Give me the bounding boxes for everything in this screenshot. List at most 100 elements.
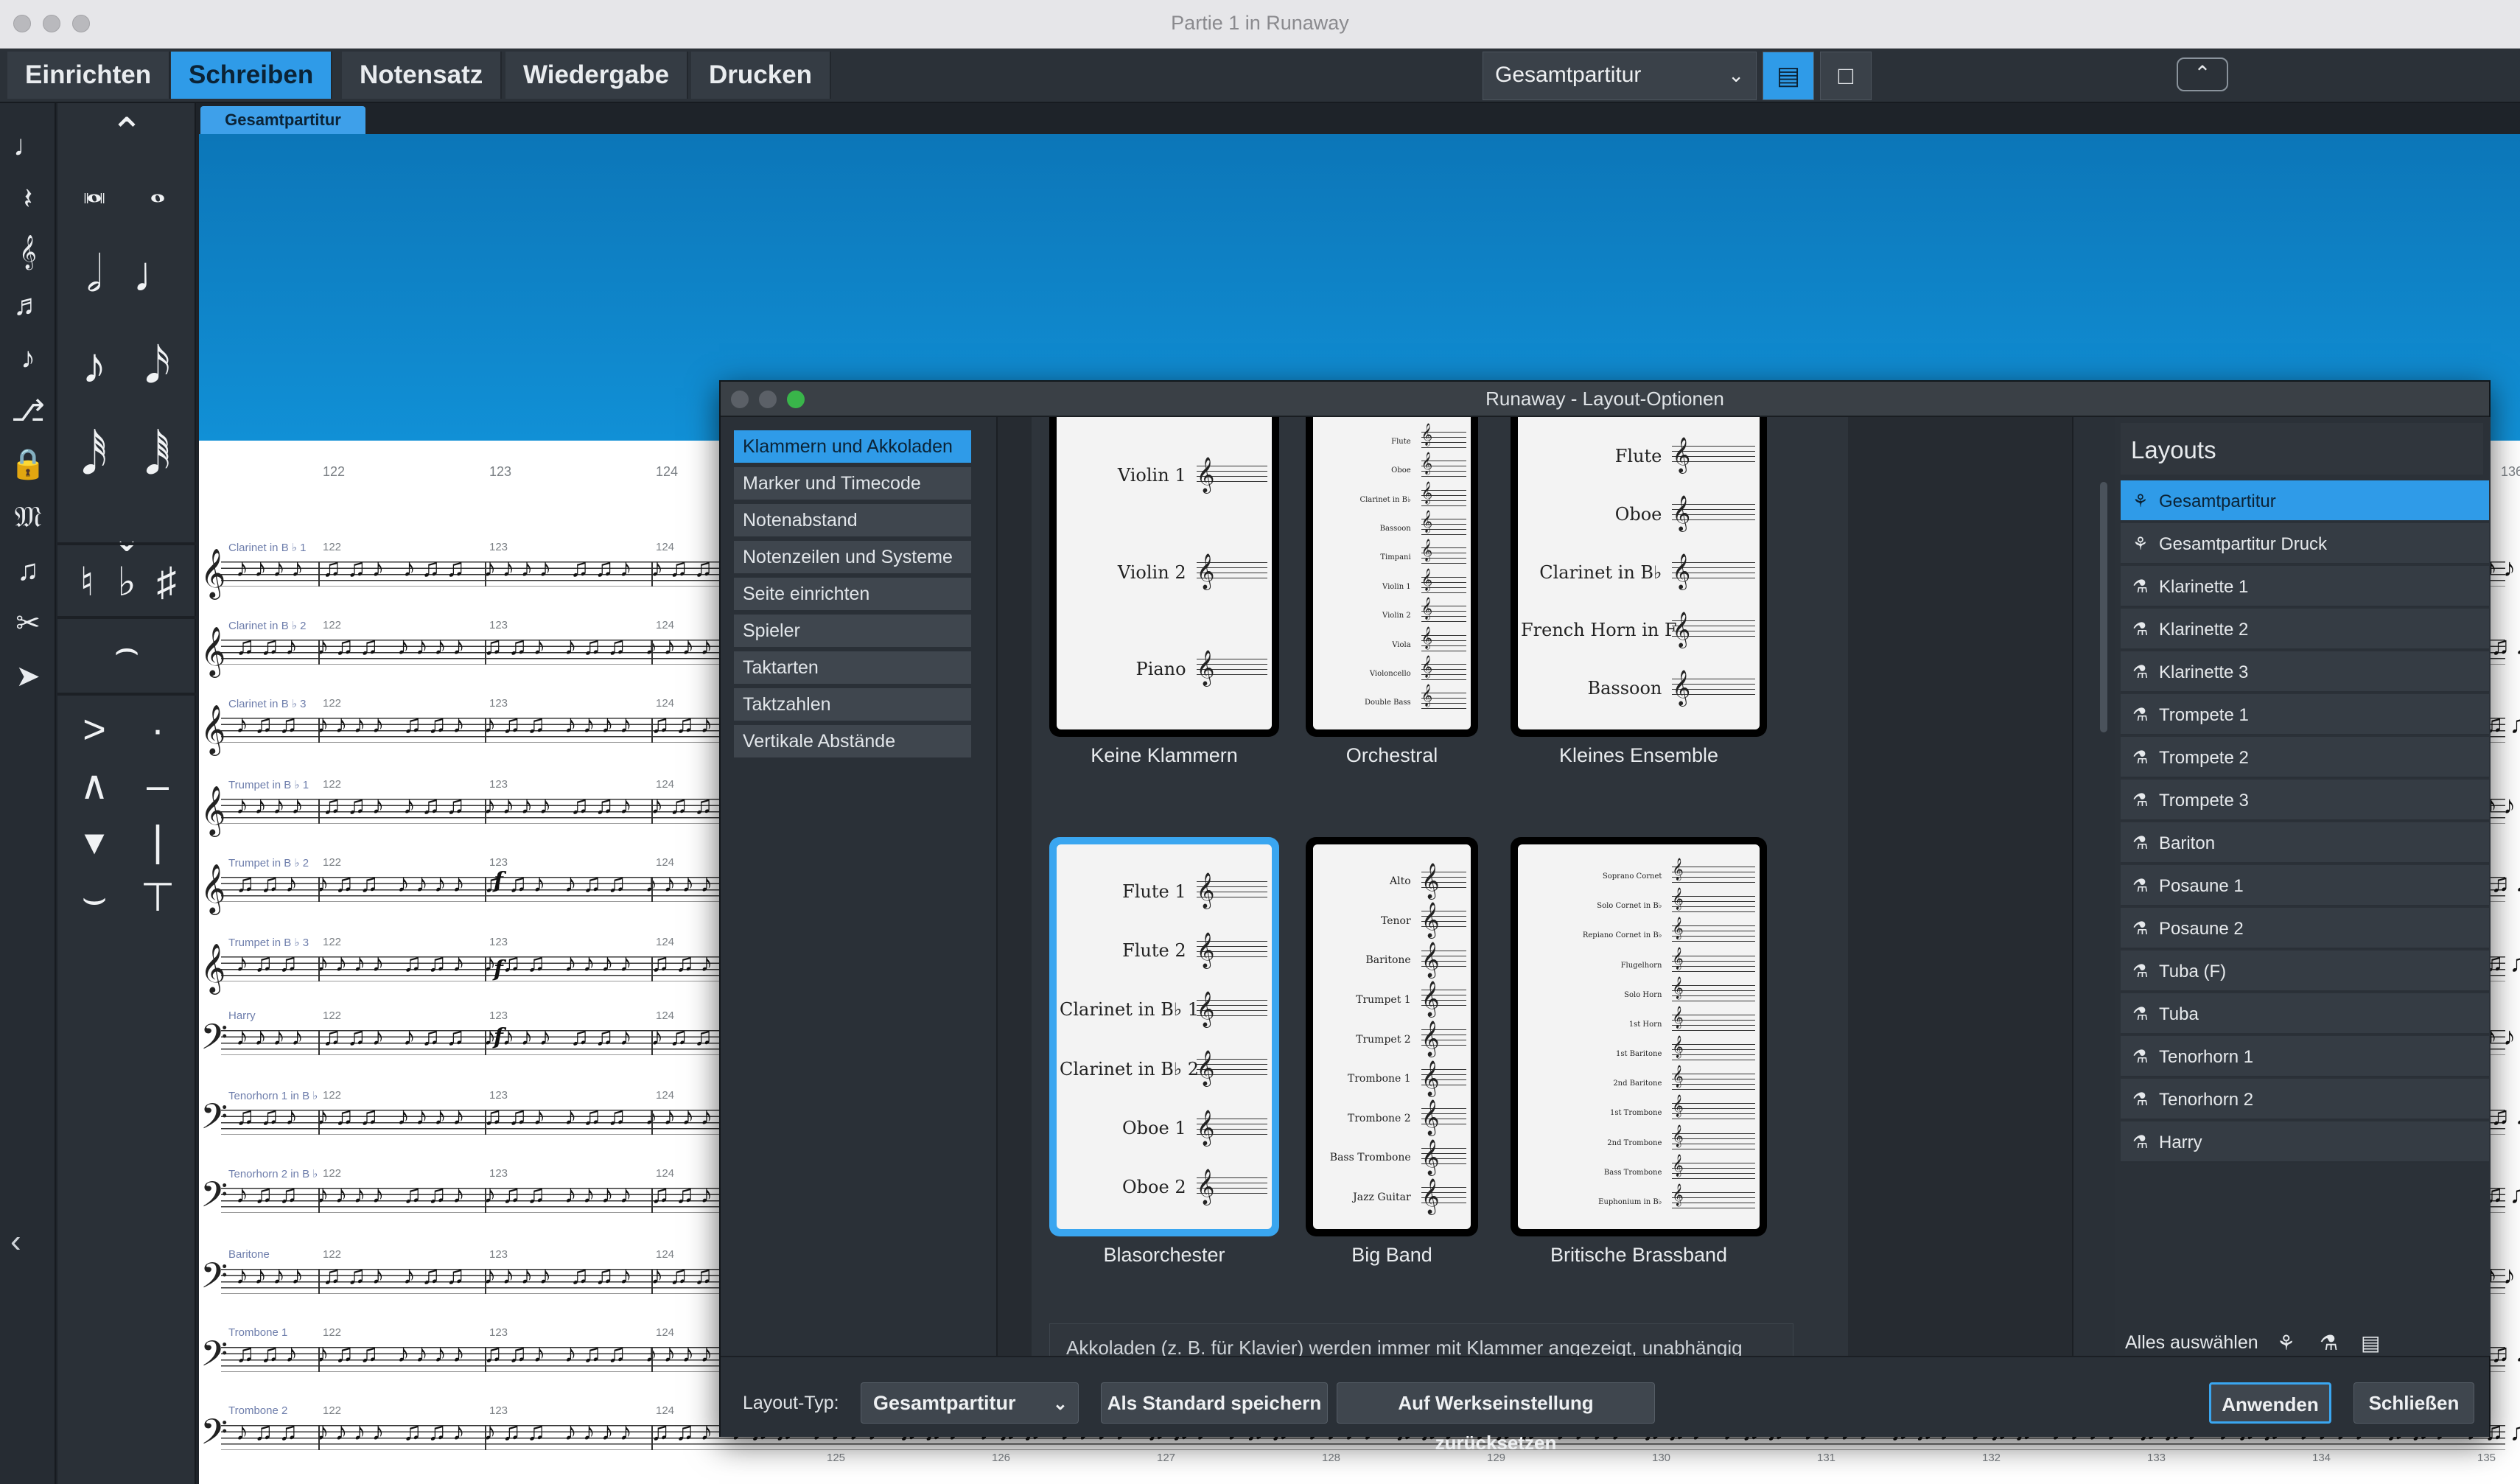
force-duration-icon[interactable]: ⎇	[7, 391, 49, 432]
close-button[interactable]: Schließen	[2353, 1382, 2474, 1424]
category-item[interactable]: Spieler	[734, 615, 971, 647]
mode-tab-wiedergabe[interactable]: Wiedergabe	[505, 52, 689, 99]
category-item[interactable]: Marker und Timecode	[734, 467, 971, 500]
layout-item[interactable]: ⚗ Klarinette 3	[2121, 651, 2489, 693]
layout-item[interactable]: ⚗ Trompete 3	[2121, 780, 2489, 821]
mode-tab-notensatz[interactable]: Notensatz	[342, 52, 503, 99]
bracket-option[interactable]: Flute 𝄞 Oboe 𝄞 Clarinet in B♭ 𝄞 Bassoon 𝄞 Timpan…	[1306, 417, 1478, 737]
save-as-default-button[interactable]: Als Standard speichern	[1101, 1382, 1328, 1424]
preview-staff-label: Clarinet in B♭	[1539, 561, 1662, 583]
stress-icon[interactable]: ❘	[128, 812, 187, 871]
sixteenth-note-icon[interactable]: 𝅘𝅥𝅯	[128, 336, 187, 395]
scroll-up-icon[interactable]: ⌃	[97, 103, 156, 162]
galley-view-button[interactable]: ▤	[1763, 52, 1814, 100]
layout-item[interactable]: ⚗ Trompete 1	[2121, 694, 2489, 735]
category-item[interactable]: Taktzahlen	[734, 688, 971, 721]
tenuto-staccato-icon[interactable]: ⊤	[128, 868, 187, 927]
bracket-option-caption[interactable]: Britische Brassband	[1511, 1244, 1767, 1267]
thirty-second-note-icon[interactable]: 𝅘𝅥𝅰	[65, 427, 124, 486]
sixty-fourth-note-icon[interactable]: 𝅘𝅥𝅱	[128, 427, 187, 486]
insert-mode-icon[interactable]: 𝔐	[7, 497, 49, 538]
tenuto-icon[interactable]: –	[128, 756, 187, 815]
mode-tab-einrichten[interactable]: Einrichten	[7, 52, 171, 99]
bracket-option-caption[interactable]: Big Band	[1306, 1244, 1478, 1267]
layout-item-label: Klarinette 1	[2159, 577, 2249, 597]
bracket-option-caption[interactable]: Keine Klammern	[1049, 744, 1279, 767]
select-arrow-icon[interactable]: ➤	[7, 656, 49, 697]
quarter-note-icon[interactable]: ♩	[128, 245, 187, 304]
layout-item[interactable]: ⚗ Posaune 2	[2121, 908, 2489, 949]
marcato-icon[interactable]: ∧	[65, 756, 124, 815]
bracket-options-panel: Violin 1 𝄞 Violin 2 𝄞 Piano 𝄞 Keine Klammern Fl…	[996, 417, 2073, 1356]
slash-icon[interactable]: 𝄞	[7, 231, 49, 273]
chord-icon[interactable]: ♫	[7, 550, 49, 591]
preview-staff-label: Bassoon	[1379, 524, 1411, 533]
dialog-zoom-button[interactable]	[787, 391, 805, 408]
select-all-label[interactable]: Alles auswählen	[2125, 1332, 2258, 1354]
bracket-option-caption[interactable]: Blasorchester	[1049, 1244, 1279, 1267]
treble-clef-icon: 𝄞	[1421, 452, 1433, 475]
category-item[interactable]: Seite einrichten	[734, 578, 971, 610]
staccatissimo-icon[interactable]: ▾	[65, 812, 124, 871]
bracket-option-caption[interactable]: Orchestral	[1306, 744, 1478, 767]
full-score-layout-icon[interactable]: ⚘	[2277, 1331, 2295, 1355]
bracket-preview: Alto 𝄞 Tenor 𝄞 Baritone 𝄞 Trumpet 1 𝄞 Trumpet 2 𝄞…	[1313, 844, 1471, 1229]
layout-selector[interactable]: Gesamtpartitur ⌄	[1483, 52, 1757, 100]
breve-icon[interactable]: 𝅜	[65, 159, 124, 218]
slur-icon[interactable]: ⌢	[97, 619, 156, 678]
grace-note-icon[interactable]: ♬	[7, 284, 49, 326]
category-item[interactable]: Notenzeilen und Systeme	[734, 541, 971, 573]
barline	[485, 1188, 486, 1213]
layout-item[interactable]: ⚗ Harry	[2121, 1121, 2489, 1163]
category-item[interactable]: Taktarten	[734, 651, 971, 684]
sharp-icon[interactable]: ♯	[137, 553, 196, 612]
layout-item[interactable]: ⚘ Gesamtpartitur	[2121, 480, 2489, 522]
eighth-note-icon[interactable]: ♪	[65, 336, 124, 395]
apply-button[interactable]: Anwenden	[2209, 1382, 2331, 1424]
layout-item[interactable]: ⚗ Trompete 2	[2121, 737, 2489, 778]
scrollbar[interactable]	[2100, 482, 2107, 732]
bracket-option-caption[interactable]: Kleines Ensemble	[1511, 744, 1767, 767]
bracket-option[interactable]: Soprano Cornet 𝄞 Solo Cornet in B♭ 𝄞 Repiano…	[1511, 837, 1767, 1236]
bracket-option[interactable]: Flute 1 𝄞 Flute 2 𝄞 Clarinet in B♭ 1 𝄞 Clarine…	[1049, 837, 1279, 1236]
note-input-icon[interactable]: ♩	[7, 125, 49, 167]
reset-to-factory-button[interactable]: Auf Werkseinstellung zurücksetzen	[1337, 1382, 1655, 1454]
bar-number: 123	[489, 936, 508, 948]
unstress-icon[interactable]: ⌣	[65, 868, 124, 927]
dialog-minimize-button[interactable]	[759, 391, 777, 408]
chevron-left-icon[interactable]: ‹	[10, 1223, 21, 1260]
bracket-option[interactable]: Flute 𝄞 Oboe 𝄞 Clarinet in B♭ 𝄞 French Horn in…	[1511, 417, 1767, 737]
category-item[interactable]: Klammern und Akkoladen	[734, 430, 971, 463]
half-note-icon[interactable]: 𝅗𝅥	[65, 245, 124, 304]
bracket-option[interactable]: Violin 1 𝄞 Violin 2 𝄞 Piano 𝄞	[1049, 417, 1279, 737]
layout-item[interactable]: ⚗ Bariton	[2121, 822, 2489, 864]
custom-layout-icon[interactable]: ▤	[2361, 1331, 2380, 1355]
mode-tab-schreiben[interactable]: Schreiben	[171, 52, 333, 99]
tab-gesamtpartitur[interactable]: Gesamtpartitur	[200, 106, 365, 134]
tuplet-icon[interactable]: ♪	[7, 337, 49, 379]
mode-tab-drucken[interactable]: Drucken	[691, 52, 832, 99]
staccato-icon[interactable]: ·	[128, 700, 187, 759]
layout-type-select[interactable]: Gesamtpartitur ⌄	[861, 1382, 1079, 1424]
layout-item[interactable]: ⚗ Klarinette 2	[2121, 609, 2489, 650]
part-layout-icon[interactable]: ⚗	[2320, 1331, 2338, 1355]
bracket-option[interactable]: Alto 𝄞 Tenor 𝄞 Baritone 𝄞 Trumpet 1 𝄞 Trumpet 2 𝄞…	[1306, 837, 1478, 1236]
layout-item[interactable]: ⚗ Posaune 1	[2121, 865, 2489, 906]
whole-note-icon[interactable]: 𝅝	[128, 159, 187, 218]
bar-number: 122	[323, 541, 342, 553]
category-item[interactable]: Vertikale Abstände	[734, 725, 971, 757]
collapse-toolbar-button[interactable]: ⌃	[2177, 57, 2228, 91]
scissors-icon[interactable]: ✂	[7, 603, 49, 644]
layout-item[interactable]: ⚘ Gesamtpartitur Druck	[2121, 523, 2489, 564]
layout-item[interactable]: ⚗ Tuba (F)	[2121, 951, 2489, 992]
layout-item[interactable]: ⚗ Tenorhorn 2	[2121, 1079, 2489, 1120]
lock-icon[interactable]: 🔒	[7, 444, 49, 485]
layout-item[interactable]: ⚗ Tenorhorn 1	[2121, 1036, 2489, 1077]
page-view-button[interactable]: □	[1820, 52, 1872, 100]
layout-item[interactable]: ⚗ Tuba	[2121, 993, 2489, 1035]
accent-icon[interactable]: >	[65, 700, 124, 759]
rest-icon[interactable]: 𝄽	[7, 178, 49, 220]
dialog-close-button[interactable]	[731, 391, 749, 408]
category-item[interactable]: Notenabstand	[734, 504, 971, 536]
layout-item[interactable]: ⚗ Klarinette 1	[2121, 566, 2489, 607]
